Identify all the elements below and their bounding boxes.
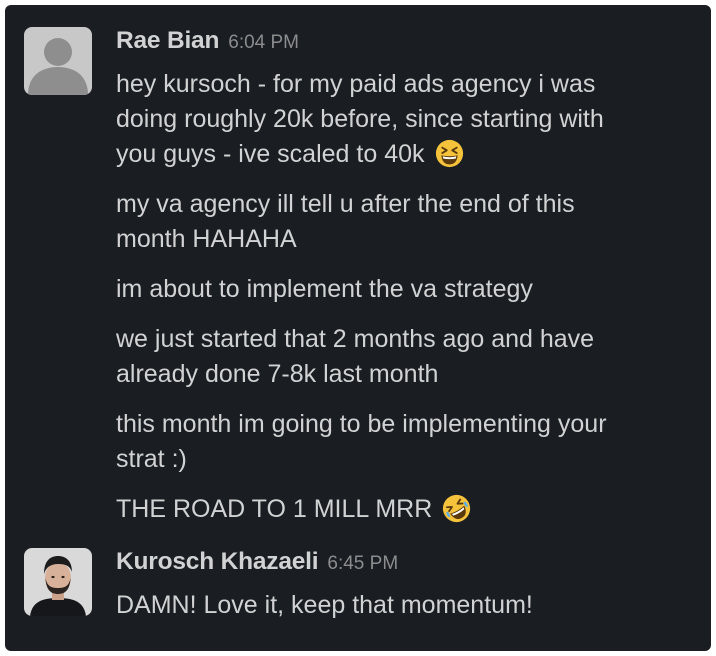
profile-photo-avatar[interactable] xyxy=(24,548,92,616)
message-block: DAMN! Love it, keep that momentum! xyxy=(116,588,695,623)
message-line: we just started that 2 months ago and ha… xyxy=(116,325,595,353)
message-block: hey kursoch - for my paid ads agency i w… xyxy=(116,67,695,172)
message-block: THE ROAD TO 1 MILL MRR xyxy=(116,492,695,527)
grinning-squinting-face-icon xyxy=(435,139,464,168)
message-line: month HAHAHA xyxy=(116,225,297,253)
message-content: Rae Bian 6:04 PM hey kursoch - for my pa… xyxy=(116,27,695,527)
message-block: im about to implement the va strategy xyxy=(116,272,695,307)
message-line: this month im going to be implementing y… xyxy=(116,410,607,438)
message-header: Kurosch Khazaeli 6:45 PM xyxy=(116,548,695,588)
sender-name[interactable]: Kurosch Khazaeli xyxy=(116,548,319,576)
message-line: my va agency ill tell u after the end of… xyxy=(116,190,575,218)
message-content: Kurosch Khazaeli 6:45 PM DAMN! Love it, … xyxy=(116,548,695,623)
message-block: we just started that 2 months ago and ha… xyxy=(116,322,695,392)
message-block: this month im going to be implementing y… xyxy=(116,407,695,477)
message-block: my va agency ill tell u after the end of… xyxy=(116,187,695,257)
message-line: DAMN! Love it, keep that momentum! xyxy=(116,591,533,619)
message-line: THE ROAD TO 1 MILL MRR xyxy=(116,495,433,523)
timestamp[interactable]: 6:45 PM xyxy=(327,553,398,575)
chat-screenshot: Rae Bian 6:04 PM hey kursoch - for my pa… xyxy=(5,5,711,651)
default-user-avatar-icon[interactable] xyxy=(24,27,92,95)
message-line: doing roughly 20k before, since starting… xyxy=(116,105,604,133)
message-line: strat :) xyxy=(116,445,187,473)
message-line: hey kursoch - for my paid ads agency i w… xyxy=(116,70,596,98)
message-header: Rae Bian 6:04 PM xyxy=(116,27,695,67)
message-line: im about to implement the va strategy xyxy=(116,275,533,303)
message-line: you guys - ive scaled to 40k xyxy=(116,140,425,168)
message-line: already done 7-8k last month xyxy=(116,360,439,388)
timestamp[interactable]: 6:04 PM xyxy=(228,32,299,54)
sender-name[interactable]: Rae Bian xyxy=(116,27,219,55)
rolling-on-floor-laughing-icon xyxy=(442,494,471,523)
